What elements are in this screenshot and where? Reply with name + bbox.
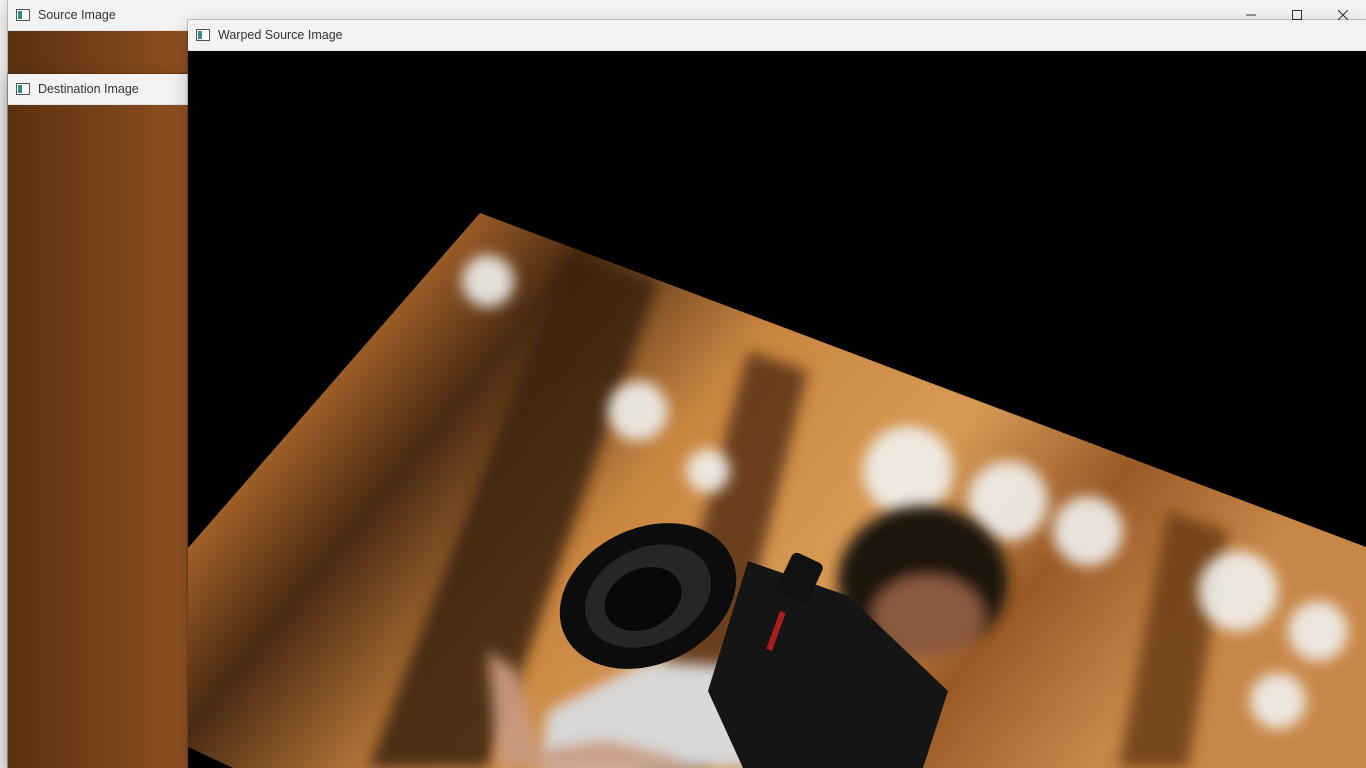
destination-window-title: Destination Image (38, 82, 139, 96)
warped-photo (188, 213, 1366, 768)
warped-window-titlebar[interactable]: Warped Source Image (188, 20, 1366, 51)
source-window-title: Source Image (38, 8, 116, 22)
warped-image-canvas (188, 51, 1366, 768)
warped-image-window[interactable]: Warped Source Image (188, 20, 1366, 768)
image-window-icon (16, 9, 30, 21)
image-window-icon (16, 83, 30, 95)
image-window-icon (196, 29, 210, 41)
warped-window-title: Warped Source Image (218, 28, 343, 42)
